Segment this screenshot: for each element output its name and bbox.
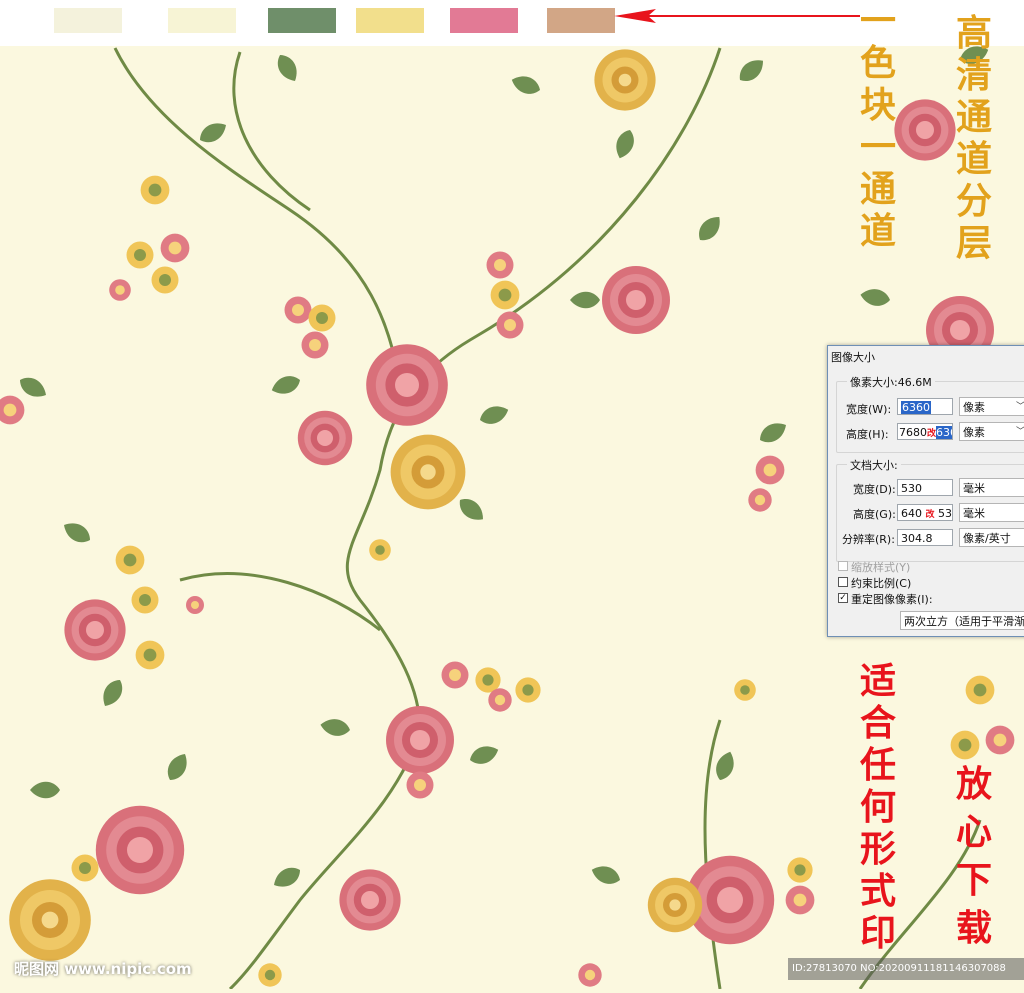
height-new-value: 6360 <box>936 426 952 439</box>
resolution-unit-select[interactable]: 像素/英寸 <box>959 528 1024 547</box>
scale-styles-label: 缩放样式(Y) <box>851 561 911 574</box>
swatch-2 <box>168 8 236 33</box>
constrain-proportions-checkbox[interactable] <box>838 577 848 587</box>
doc-width-field[interactable]: 530 <box>897 479 953 496</box>
resample-label: 重定图像像素(I): <box>851 593 933 606</box>
swatch-4 <box>356 8 424 33</box>
swatch-5 <box>450 8 518 33</box>
document-size-label: 文档大小: <box>847 457 901 473</box>
swatch-3 <box>268 8 336 33</box>
height-edit-mark: 改 <box>927 429 937 439</box>
right-caption: 高清通道分层 <box>955 12 992 264</box>
bottom-right-caption: 放心下载 <box>955 763 992 949</box>
pixel-size-group: 像素大小:46.6M <box>836 374 1024 453</box>
doc-width-unit-value: 毫米 <box>963 482 985 495</box>
site-watermark: 昵图网 www.nipic.com <box>14 960 192 978</box>
arrow-left-icon <box>614 9 860 23</box>
resolution-label: 分辨率(R): <box>842 533 895 546</box>
doc-width-value: 530 <box>901 482 922 495</box>
swatch-6 <box>547 8 615 33</box>
resample-method-value: 两次立方（适用于平滑渐变 <box>904 615 1024 628</box>
resample-method-select[interactable]: 两次立方（适用于平滑渐变 <box>900 611 1024 630</box>
doc-height-field[interactable]: 640 改 530 <box>897 504 953 521</box>
chevron-down-icon: ﹀ <box>1016 423 1024 440</box>
resample-checkbox[interactable]: ✓ <box>838 593 848 603</box>
height-unit-select[interactable]: 像素 ﹀ <box>959 422 1024 441</box>
left-caption: 一色块一通道 <box>859 0 896 252</box>
width-label: 宽度(W): <box>846 403 892 416</box>
height-label: 高度(H): <box>846 428 889 441</box>
doc-width-unit-select[interactable]: 毫米 <box>959 478 1024 497</box>
height-field[interactable]: 7680改6360 <box>897 423 953 440</box>
width-unit-select[interactable]: 像素 ﹀ <box>959 397 1024 416</box>
swatch-1 <box>54 8 122 33</box>
resolution-value: 304.8 <box>901 532 933 545</box>
pixel-size-label: 像素大小:46.6M <box>847 374 935 390</box>
chevron-down-icon: ﹀ <box>1016 398 1024 415</box>
constrain-proportions-label: 约束比例(C) <box>851 577 912 590</box>
resolution-field[interactable]: 304.8 <box>897 529 953 546</box>
image-id-bar: ID:27813070 NO:20200911181146307088 <box>788 958 1024 980</box>
doc-height-unit-value: 毫米 <box>963 507 985 520</box>
dialog-title: 图像大小 <box>831 351 875 364</box>
doc-height-edit-mark: 改 <box>925 510 935 520</box>
image-size-dialog: 图像大小 像素大小:46.6M 宽度(W): 6360 像素 ﹀ 高度(H): 7… <box>827 345 1024 637</box>
resolution-unit-value: 像素/英寸 <box>963 532 1011 545</box>
width-field[interactable]: 6360 <box>897 398 953 415</box>
height-unit-value: 像素 <box>963 426 985 439</box>
doc-height-new-value: 530 <box>938 507 953 520</box>
doc-height-label: 高度(G): <box>853 508 896 521</box>
doc-width-label: 宽度(D): <box>853 483 896 496</box>
height-old-value: 7680 <box>899 426 927 439</box>
scale-styles-checkbox[interactable] <box>838 561 848 571</box>
bottom-left-caption: 适合任何形式印 <box>859 660 896 954</box>
doc-height-unit-select[interactable]: 毫米 <box>959 503 1024 522</box>
width-value: 6360 <box>901 401 931 414</box>
doc-height-old-value: 640 <box>901 507 922 520</box>
width-unit-value: 像素 <box>963 401 985 414</box>
